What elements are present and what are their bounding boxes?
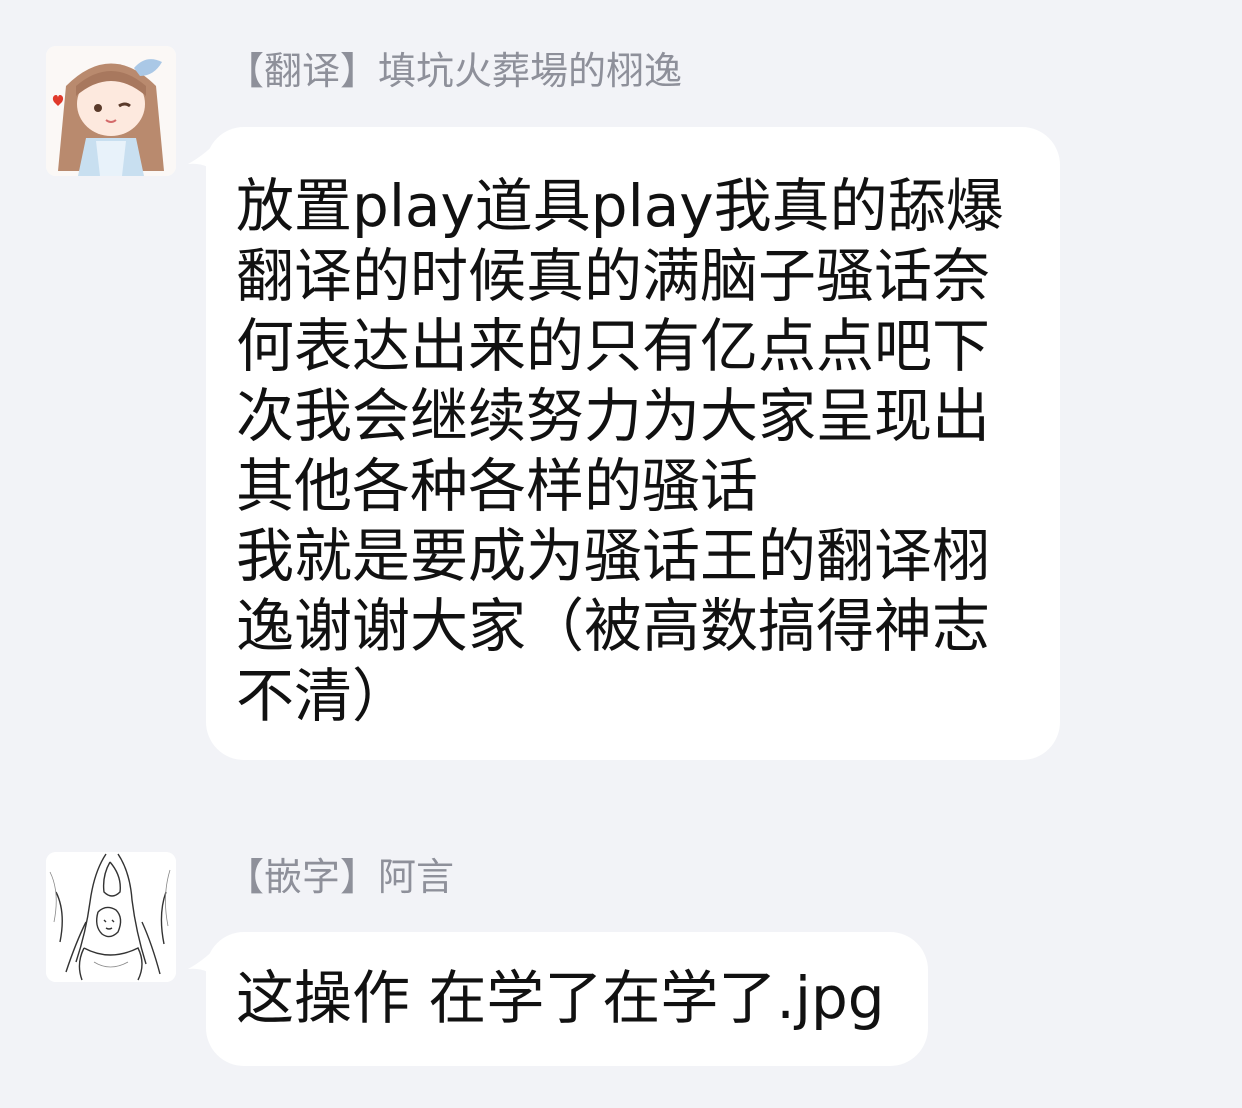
message-text-line: 不清）	[236, 662, 411, 730]
sender-name[interactable]: 【嵌字】阿言	[226, 854, 454, 900]
chat-history: 【翻译】填坑火葬場的栩逸 放置play道具play我真的舔爆 翻译的时候真的满脑…	[0, 0, 1242, 1108]
message-text-line: 我就是要成为骚话王的翻译栩	[236, 522, 991, 590]
message-text-line: 次我会继续努力为大家呈现出	[236, 382, 991, 450]
message-text-line: 其他各种各样的骚话	[236, 452, 759, 520]
message-text-line: 放置play道具play我真的舔爆	[236, 172, 1004, 240]
message-bubble[interactable]: 放置play道具play我真的舔爆 翻译的时候真的满脑子骚话奈 何表达出来的只有…	[206, 127, 1060, 760]
message-text-line: 逸谢谢大家（被高数搞得神志	[236, 592, 991, 660]
message-text-line: 何表达出来的只有亿点点吧下	[236, 312, 991, 380]
message-text-line: 这操作 在学了在学了.jpg	[236, 964, 885, 1032]
sketch-couple-avatar-icon[interactable]	[46, 852, 176, 982]
message-text-line: 翻译的时候真的满脑子骚话奈	[236, 242, 991, 310]
message-bubble[interactable]: 这操作 在学了在学了.jpg	[206, 932, 928, 1066]
sender-name[interactable]: 【翻译】填坑火葬場的栩逸	[226, 48, 682, 94]
anime-girl-avatar-icon[interactable]	[46, 46, 176, 176]
